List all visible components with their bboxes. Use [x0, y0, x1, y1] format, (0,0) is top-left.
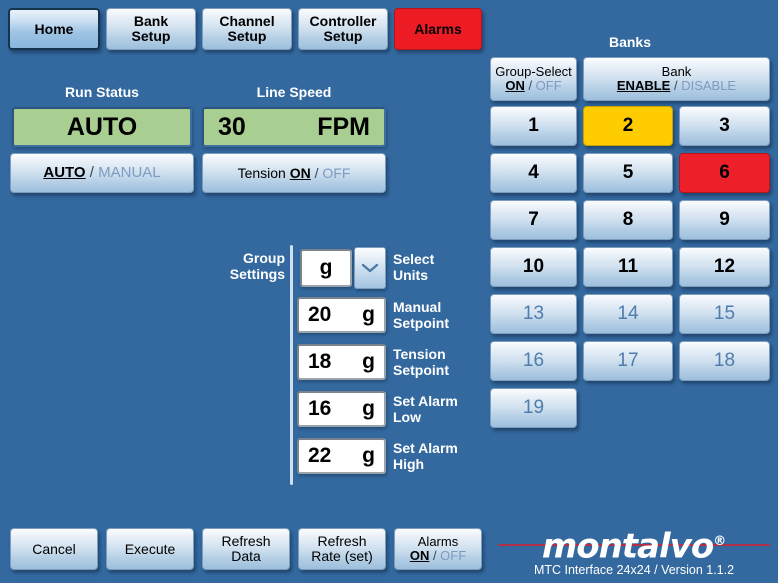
- execute-button[interactable]: Execute: [106, 528, 194, 570]
- banks-heading: Banks: [608, 34, 652, 50]
- alarms-separator: /: [429, 548, 441, 563]
- tab-home[interactable]: Home: [8, 8, 100, 50]
- tension-setpoint-value: 18: [308, 350, 332, 373]
- tab-channel-setup-label: Channel Setup: [219, 13, 275, 44]
- bank-button-8[interactable]: 8: [583, 200, 673, 240]
- alarm-high-input[interactable]: 22 g: [297, 438, 386, 474]
- tension-separator: /: [310, 164, 323, 181]
- tension-setpoint-label: Tension Setpoint: [393, 346, 449, 379]
- bank-button-12[interactable]: 12: [679, 247, 770, 287]
- manual-setpoint-label: Manual Setpoint: [393, 299, 449, 332]
- tab-controller-setup-label: Controller Setup: [309, 13, 377, 44]
- bank-enable-separator: /: [670, 78, 682, 93]
- group-select-on-text: ON: [505, 78, 525, 93]
- tab-bank-setup-label: Bank Setup: [131, 13, 171, 44]
- bank-button-7[interactable]: 7: [490, 200, 577, 240]
- bank-enable-toggle-label: Bank ENABLE / DISABLE: [616, 64, 737, 93]
- run-mode-separator: /: [85, 164, 99, 182]
- bank-button-14[interactable]: 14: [583, 294, 673, 334]
- group-settings-label: Group Settings: [229, 250, 285, 283]
- tension-toggle-button[interactable]: Tension ON / OFF: [202, 153, 386, 193]
- run-status-heading: Run Status: [65, 84, 139, 100]
- bank-enable-off-text: DISABLE: [681, 78, 737, 93]
- tension-off-text: OFF: [322, 164, 351, 181]
- tension-on-text: ON: [289, 164, 311, 181]
- alarms-toggle-button[interactable]: Alarms ON / OFF: [394, 528, 482, 570]
- line-speed-readout: 30 FPM: [202, 107, 386, 147]
- refresh-data-button[interactable]: Refresh Data: [202, 528, 290, 570]
- units-select[interactable]: g: [300, 249, 352, 287]
- tab-channel-setup[interactable]: Channel Setup: [202, 8, 292, 50]
- alarm-high-unit: g: [362, 444, 375, 467]
- tension-setpoint-unit: g: [362, 350, 375, 373]
- version-text: MTC Interface 24x24 / Version 1.1.2: [533, 563, 735, 577]
- run-mode-toggle-label: AUTO / MANUAL: [43, 165, 160, 181]
- tab-home-label: Home: [34, 20, 74, 37]
- alarms-off-text: OFF: [440, 548, 467, 563]
- brand-logo: montalvo® MTC Interface 24x24 / Version …: [498, 522, 770, 580]
- chevron-down-icon[interactable]: [354, 247, 386, 289]
- run-mode-toggle-button[interactable]: AUTO / MANUAL: [10, 153, 194, 193]
- bank-enable-toggle-button[interactable]: Bank ENABLE / DISABLE: [583, 57, 770, 101]
- units-select-label: Select Units: [393, 251, 435, 284]
- tab-controller-setup[interactable]: Controller Setup: [298, 8, 388, 50]
- bank-button-5[interactable]: 5: [583, 153, 673, 193]
- bank-button-17[interactable]: 17: [583, 341, 673, 381]
- brand-name: montalvo®: [541, 526, 727, 567]
- tab-alarms[interactable]: Alarms: [394, 8, 482, 50]
- alarm-low-label: Set Alarm Low: [393, 393, 458, 426]
- tab-alarms-label: Alarms: [414, 20, 462, 37]
- bank-button-18[interactable]: 18: [679, 341, 770, 381]
- bank-button-3[interactable]: 3: [679, 106, 770, 146]
- run-mode-off-text: MANUAL: [98, 164, 161, 182]
- run-status-value: AUTO: [66, 112, 138, 141]
- bank-button-15[interactable]: 15: [679, 294, 770, 334]
- manual-setpoint-unit: g: [362, 303, 375, 326]
- group-select-off-text: OFF: [535, 78, 562, 93]
- alarm-low-input[interactable]: 16 g: [297, 391, 386, 427]
- cancel-button[interactable]: Cancel: [10, 528, 98, 570]
- bank-button-16[interactable]: 16: [490, 341, 577, 381]
- tension-prefix: Tension: [237, 164, 286, 181]
- group-select-toggle-button[interactable]: Group-Select ON / OFF: [490, 57, 577, 101]
- bank-button-19[interactable]: 19: [490, 388, 577, 428]
- tab-bank-setup[interactable]: Bank Setup: [106, 8, 196, 50]
- line-speed-heading: Line Speed: [256, 84, 332, 100]
- bank-button-4[interactable]: 4: [490, 153, 577, 193]
- bank-button-11[interactable]: 11: [583, 247, 673, 287]
- alarms-on-text: ON: [409, 548, 430, 563]
- tension-setpoint-input[interactable]: 18 g: [297, 344, 386, 380]
- bank-button-10[interactable]: 10: [490, 247, 577, 287]
- bank-enable-on-text: ENABLE: [616, 78, 671, 93]
- alarm-high-value: 22: [308, 444, 332, 467]
- group-settings-divider: [290, 245, 293, 485]
- bank-button-6[interactable]: 6: [679, 153, 770, 193]
- units-select-value: g: [319, 256, 333, 279]
- manual-setpoint-input[interactable]: 20 g: [297, 297, 386, 333]
- alarm-low-value: 16: [308, 397, 332, 420]
- run-mode-on-text: AUTO: [43, 164, 86, 182]
- bank-button-13[interactable]: 13: [490, 294, 577, 334]
- group-select-toggle-label: Group-Select ON / OFF: [495, 64, 572, 93]
- tension-toggle-label: Tension ON / OFF: [237, 164, 351, 181]
- registered-mark-icon: ®: [713, 534, 727, 549]
- bank-button-9[interactable]: 9: [679, 200, 770, 240]
- hmi-screen: Home Bank Setup Channel Setup Controller…: [0, 0, 778, 583]
- line-speed-unit: FPM: [317, 112, 370, 141]
- alarm-low-unit: g: [362, 397, 375, 420]
- run-status-readout: AUTO: [12, 107, 192, 147]
- refresh-rate-button[interactable]: Refresh Rate (set): [298, 528, 386, 570]
- bank-button-1[interactable]: 1: [490, 106, 577, 146]
- manual-setpoint-value: 20: [308, 303, 332, 326]
- alarm-high-label: Set Alarm High: [393, 440, 458, 473]
- bank-button-2[interactable]: 2: [583, 106, 673, 146]
- group-select-separator: /: [524, 78, 536, 93]
- line-speed-value: 30: [218, 112, 246, 141]
